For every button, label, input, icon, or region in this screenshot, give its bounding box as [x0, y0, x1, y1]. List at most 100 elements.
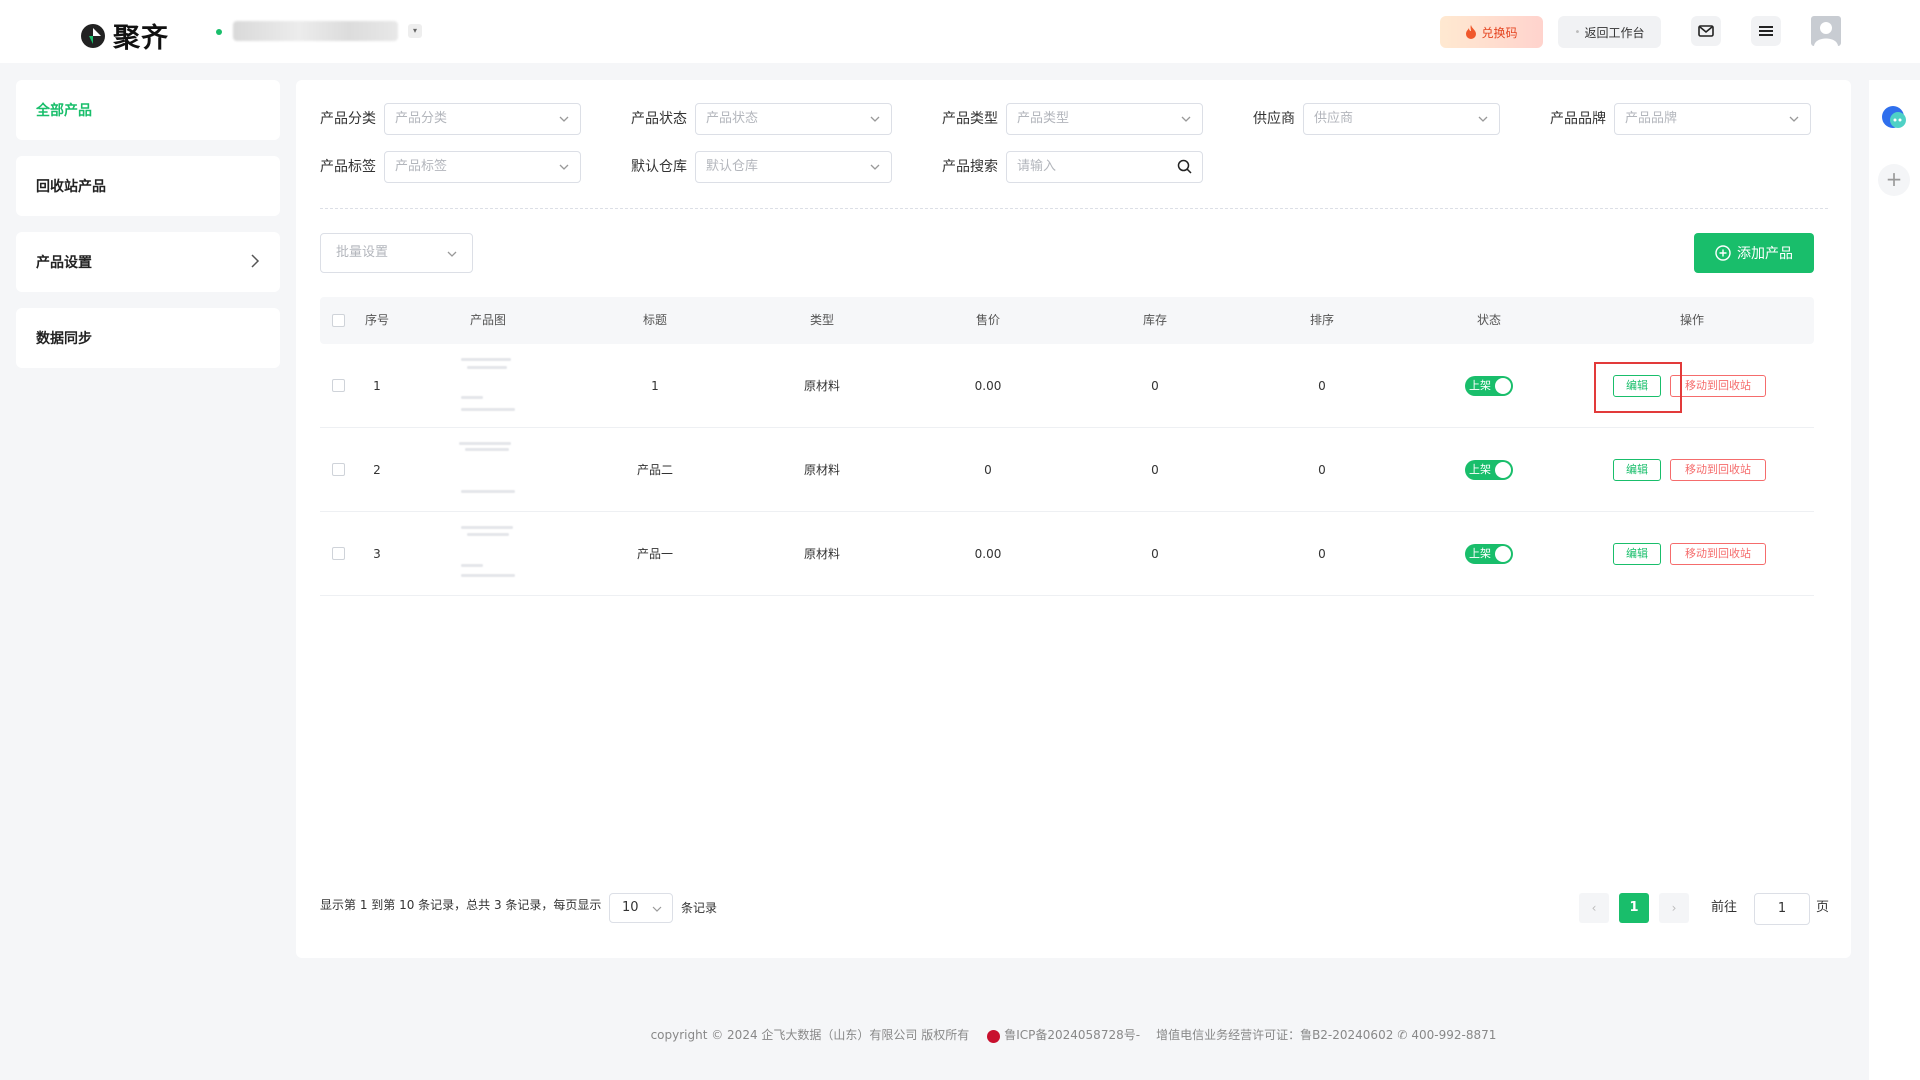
row-sort: 0: [1318, 379, 1326, 393]
supplier-filter-placeholder: 供应商: [1314, 111, 1354, 126]
brand-filter-label: 产品品牌: [1550, 111, 1606, 127]
product-thumbnail: [457, 434, 519, 506]
move-to-recycle-bin-button[interactable]: 移动到回收站: [1670, 375, 1766, 397]
product-search-placeholder: 请输入: [1017, 159, 1057, 174]
page-size-select[interactable]: 10: [609, 893, 673, 923]
edit-button[interactable]: 编辑: [1613, 459, 1661, 481]
status-toggle[interactable]: 上架: [1465, 460, 1513, 480]
chat-assistant-icon[interactable]: [1879, 103, 1909, 133]
sidebar-item-data-sync[interactable]: 数据同步: [16, 308, 280, 368]
row-index: 1: [373, 379, 381, 393]
supplier-filter-label: 供应商: [1253, 111, 1295, 127]
footer-copyright: copyright © 2024 企飞大数据（山东）有限公司 版权所有: [650, 1028, 970, 1042]
select-all-checkbox[interactable]: [332, 314, 345, 327]
chevron-down-icon: [1181, 116, 1191, 122]
status-filter-placeholder: 产品状态: [706, 111, 759, 126]
column-header-type: 类型: [809, 313, 835, 327]
column-header-index: 序号: [364, 313, 390, 327]
sidebar-item-label: 产品设置: [36, 255, 92, 271]
product-list-panel: 产品分类 产品分类 产品状态 产品状态 产品类型 产品类型 供应商 供应商 产品…: [296, 80, 1851, 958]
highlight-box: [1594, 362, 1682, 413]
org-name-blurred[interactable]: [233, 21, 398, 41]
sidebar-item-all-products[interactable]: 全部产品: [16, 80, 280, 140]
product-search-input[interactable]: 请输入: [1006, 151, 1203, 183]
row-type: 原材料: [803, 379, 841, 393]
footer-icp[interactable]: 鲁ICP备2024058728号-: [1004, 1026, 1140, 1043]
status-toggle-label: 上架: [1469, 379, 1491, 392]
table-row: 2 产品二 原材料 0 0 0 上架 编辑 移动到回收站: [320, 428, 1814, 512]
row-price: 0.00: [974, 547, 1002, 561]
row-title: 1: [651, 379, 659, 393]
category-filter-select[interactable]: 产品分类: [384, 103, 581, 135]
row-stock: 0: [1151, 547, 1159, 561]
move-to-recycle-bin-button[interactable]: 移动到回收站: [1670, 459, 1766, 481]
brand-filter-placeholder: 产品品牌: [1625, 111, 1678, 126]
prev-page-button[interactable]: ‹: [1579, 893, 1609, 923]
warehouse-filter-label: 默认仓库: [631, 159, 687, 175]
type-filter-label: 产品类型: [942, 111, 998, 127]
column-header-price: 售价: [975, 313, 1001, 327]
tag-filter-label: 产品标签: [320, 159, 376, 175]
status-toggle[interactable]: 上架: [1465, 376, 1513, 396]
sidebar-item-product-settings[interactable]: 产品设置: [16, 232, 280, 292]
chevron-down-icon: [870, 116, 880, 122]
column-header-image: 产品图: [469, 313, 507, 327]
edit-button[interactable]: 编辑: [1613, 543, 1661, 565]
chevron-right-icon: [251, 254, 260, 268]
row-price: 0.00: [974, 379, 1002, 393]
brand-filter-select[interactable]: 产品品牌: [1614, 103, 1811, 135]
table-header: 序号 产品图 标题 类型 售价 库存 排序 状态 操作: [320, 297, 1814, 344]
chevron-down-icon: [1478, 116, 1488, 122]
org-switch-caret-icon[interactable]: ▾: [408, 24, 422, 38]
mail-button[interactable]: [1691, 16, 1721, 46]
right-rail: +: [1869, 80, 1920, 1080]
table-row: 3 产品一 原材料 0.00 0 0 上架 编辑 移动到回收站: [320, 512, 1814, 596]
batch-settings-select[interactable]: 批量设置: [320, 233, 473, 273]
sidebar-item-recycle-bin[interactable]: 回收站产品: [16, 156, 280, 216]
plus-circle-icon: [1715, 245, 1731, 261]
add-shortcut-button[interactable]: +: [1878, 164, 1910, 196]
row-checkbox[interactable]: [332, 379, 345, 392]
footer-phone: 400-992-8871: [1411, 1027, 1497, 1042]
row-price: 0: [984, 463, 992, 477]
search-icon[interactable]: [1177, 159, 1192, 174]
supplier-filter-select[interactable]: 供应商: [1303, 103, 1500, 135]
status-filter-select[interactable]: 产品状态: [695, 103, 892, 135]
chevron-down-icon: [1789, 116, 1799, 122]
add-product-label: 添加产品: [1737, 246, 1793, 262]
user-avatar[interactable]: [1811, 16, 1841, 46]
goto-page-input[interactable]: 1: [1754, 893, 1810, 925]
row-checkbox[interactable]: [332, 547, 345, 560]
sidebar-item-label: 数据同步: [36, 331, 92, 347]
return-workbench-button[interactable]: • 返回工作台: [1558, 16, 1661, 48]
move-to-recycle-bin-button[interactable]: 移动到回收站: [1670, 543, 1766, 565]
sidebar-item-label: 回收站产品: [36, 179, 106, 195]
next-page-button[interactable]: ›: [1659, 893, 1689, 923]
brand-name: 聚齐: [113, 23, 169, 54]
type-filter-select[interactable]: 产品类型: [1006, 103, 1203, 135]
column-header-stock: 库存: [1142, 313, 1168, 327]
chevron-down-icon: [447, 251, 457, 257]
add-product-button[interactable]: 添加产品: [1694, 233, 1814, 273]
row-stock: 0: [1151, 463, 1159, 477]
row-checkbox[interactable]: [332, 463, 345, 476]
return-workbench-label: 返回工作台: [1584, 25, 1645, 40]
sidebar-item-label: 全部产品: [36, 103, 92, 119]
status-toggle[interactable]: 上架: [1465, 544, 1513, 564]
chevron-down-icon: [559, 116, 569, 122]
column-header-title: 标题: [642, 313, 668, 327]
redeem-code-button[interactable]: 兑换码: [1440, 16, 1543, 48]
chevron-down-icon: [870, 164, 880, 170]
menu-icon: [1759, 26, 1773, 36]
row-index: 3: [373, 547, 381, 561]
menu-button[interactable]: [1751, 16, 1781, 46]
brand-logo[interactable]: 聚齐: [79, 16, 169, 55]
return-dot-icon: •: [1574, 26, 1581, 38]
batch-settings-placeholder: 批量设置: [336, 245, 389, 260]
tag-filter-select[interactable]: 产品标签: [384, 151, 581, 183]
top-header: 聚齐 ▾ 兑换码 • 返回工作台: [0, 0, 1920, 63]
row-stock: 0: [1151, 379, 1159, 393]
page-1-button[interactable]: 1: [1619, 893, 1649, 923]
row-type: 原材料: [803, 463, 841, 477]
warehouse-filter-select[interactable]: 默认仓库: [695, 151, 892, 183]
